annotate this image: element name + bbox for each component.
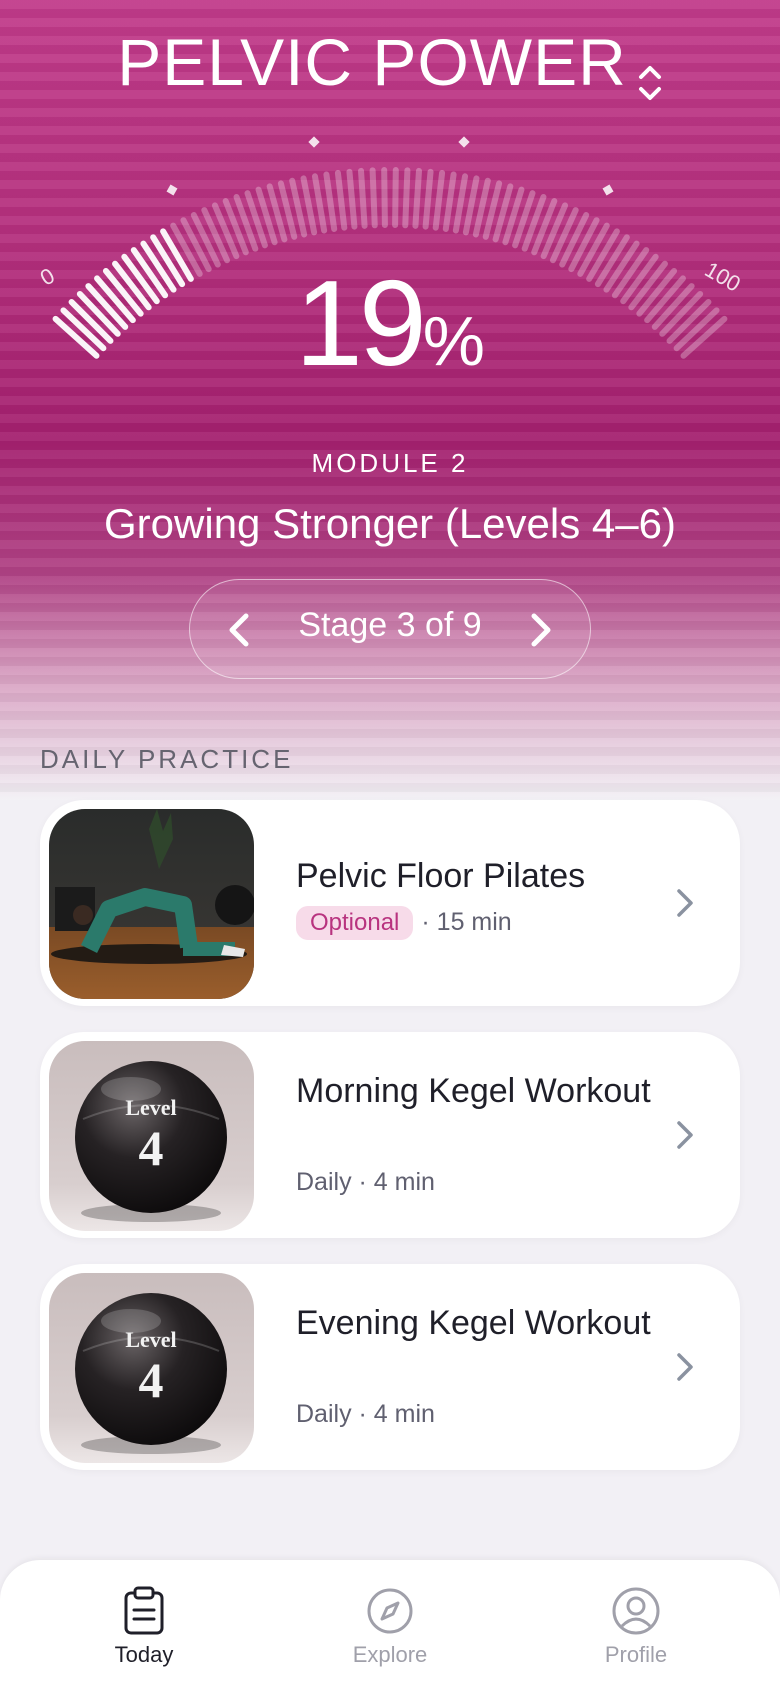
chevron-right-icon	[677, 1121, 693, 1149]
compass-icon	[367, 1588, 413, 1634]
clipboard-icon	[124, 1586, 164, 1635]
program-switcher[interactable]: PELVIC POWER	[0, 24, 780, 100]
module-label: MODULE 2	[311, 448, 469, 478]
practice-card-pilates[interactable]: Pelvic Floor Pilates Optional · 15 min	[40, 800, 740, 1006]
bottom-tab-bar: Today Explore Profile	[0, 1560, 780, 1688]
level-ball-image: Level 4	[49, 1041, 254, 1231]
level-ball-image: Level 4	[49, 1273, 254, 1463]
ball-level-number: 4	[139, 1120, 164, 1176]
chevron-right-icon	[677, 1353, 693, 1381]
tab-profile[interactable]: Profile	[556, 1586, 716, 1668]
chevron-right-icon	[677, 889, 693, 917]
practice-card-evening-kegel[interactable]: Level 4 Evening Kegel Workout Daily · 4 …	[40, 1264, 740, 1470]
gauge-tick	[323, 171, 338, 232]
tab-label: Profile	[604, 1642, 668, 1667]
tab-label: Today	[114, 1642, 174, 1667]
pilates-photo	[49, 809, 254, 999]
ball-level-text: Level	[125, 1327, 176, 1352]
gauge-tick	[452, 173, 469, 234]
chevron-right-icon	[531, 613, 551, 647]
gauge-dots	[166, 136, 614, 196]
section-label-daily-practice: DAILY PRACTICE	[40, 744, 294, 774]
tab-today[interactable]: Today	[64, 1586, 224, 1668]
card-title: Pelvic Floor Pilates	[296, 857, 586, 895]
gauge-tick	[462, 175, 480, 236]
gauge-tick	[201, 207, 231, 264]
gauge-tick	[549, 207, 579, 264]
gauge-tick	[442, 171, 457, 232]
tab-explore[interactable]: Explore	[310, 1586, 470, 1668]
app-title: PELVIC POWER	[117, 25, 627, 99]
gauge-tick	[334, 170, 348, 231]
gauge-tick	[369, 167, 378, 229]
gauge-tick	[358, 167, 368, 229]
module-title: Growing Stronger (Levels 4–6)	[104, 500, 676, 547]
chevron-updown-icon	[637, 42, 663, 100]
practice-card-morning-kegel[interactable]: Level 4 Morning Kegel Workout Daily · 4 …	[40, 1032, 740, 1238]
card-title: Evening Kegel Workout	[296, 1304, 651, 1342]
progress-value: 19	[295, 255, 427, 391]
stage-selector: Stage 3 of 9	[189, 579, 591, 679]
gauge-tick	[402, 167, 411, 229]
card-title: Morning Kegel Workout	[296, 1072, 651, 1110]
optional-badge: Optional	[296, 906, 414, 940]
percent-sign: %	[422, 302, 485, 380]
card-meta: Daily · 4 min	[296, 1400, 435, 1428]
next-stage-button[interactable]	[518, 608, 562, 652]
progress-percent: 19%	[0, 262, 780, 384]
gauge-tick	[346, 168, 358, 230]
card-meta: Daily · 4 min	[296, 1168, 435, 1196]
card-duration: · 15 min	[421, 908, 512, 936]
gauge-tick	[300, 175, 318, 236]
gauge-tick	[422, 168, 434, 230]
tab-label: Explore	[352, 1642, 428, 1667]
ball-level-number: 4	[139, 1352, 164, 1408]
gauge-tick	[311, 173, 328, 234]
gauge-tick	[432, 170, 446, 231]
gauge-tick	[392, 167, 399, 229]
gauge-tick	[381, 167, 388, 229]
ball-level-text: Level	[125, 1095, 176, 1120]
gauge-tick	[412, 167, 422, 229]
card-meta: Optional · 15 min	[296, 906, 512, 940]
person-icon	[612, 1587, 660, 1635]
